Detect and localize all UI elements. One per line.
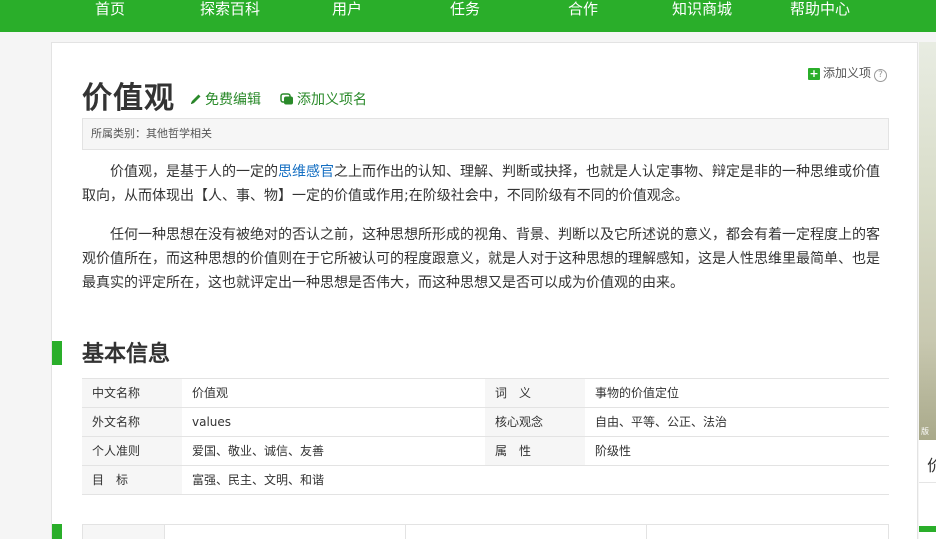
link-thinking-senses[interactable]: 思维感官 (278, 164, 334, 180)
intro-paragraph-2: 任何一种思想在没有被绝对的否认之前，这种思想所形成的视角、背景、判断以及它所述说… (82, 227, 880, 291)
info-row: 个人准则 爱国、敬业、诚信、友善 属 性 阶级性 (82, 437, 889, 466)
edit-label: 免费编辑 (205, 92, 261, 108)
entry-card: 价值观 免费编辑 添加义项名 + 添加义项? 所属类别：其他哲学相关 价值观，是基… (51, 42, 918, 539)
info-value: values (192, 415, 232, 429)
help-icon[interactable]: ? (874, 69, 887, 82)
pencil-icon (190, 93, 202, 105)
side-divider (919, 482, 936, 528)
nav-users[interactable]: 用户 (332, 0, 362, 22)
side-image-caption: 版 (921, 427, 929, 436)
section-marker-2 (52, 524, 62, 539)
entry-title: 价值观 (82, 81, 175, 116)
section-marker (52, 341, 62, 365)
info-key: 中文名称 (82, 379, 182, 407)
side-panel: 版 价 (919, 42, 936, 539)
nav-tasks[interactable]: 任务 (450, 0, 480, 22)
table-cell (406, 525, 647, 539)
info-value: 事物的价值定位 (595, 386, 680, 400)
side-accent (919, 526, 936, 532)
edit-button[interactable]: 免费编辑 (190, 89, 261, 109)
info-value: 爱国、敬业、诚信、友善 (192, 444, 325, 458)
alias-label: 添加义项名 (297, 92, 367, 108)
nav-explore[interactable]: 探索百科 (200, 0, 260, 22)
info-value: 价值观 (192, 386, 229, 400)
alias-icon (280, 93, 294, 105)
add-alias-button[interactable]: 添加义项名 (280, 89, 367, 109)
table-cell (83, 525, 165, 539)
add-item-button[interactable]: + 添加义项? (807, 64, 887, 82)
intro-p1-before: 价值观，是基于人的一定的 (110, 164, 278, 180)
add-item-label: 添加义项 (822, 66, 871, 80)
info-key: 个人准则 (82, 437, 182, 465)
nav-help-center[interactable]: 帮助中心 (790, 0, 850, 22)
side-partial-text: 价 (927, 456, 936, 475)
info-key: 目 标 (82, 466, 182, 494)
info-key: 外文名称 (82, 408, 182, 436)
category-bar: 所属类别：其他哲学相关 (82, 118, 889, 150)
top-navbar: 首页 探索百科 用户 任务 合作 知识商城 帮助中心 (0, 0, 936, 32)
info-key: 属 性 (485, 437, 585, 465)
basic-info-table: 中文名称 价值观 词 义 事物的价值定位 外文名称 values 核心观念 自由… (82, 378, 889, 495)
nav-knowledge-mall[interactable]: 知识商城 (672, 0, 732, 22)
basic-info-heading: 基本信息 (82, 342, 171, 367)
info-key: 核心观念 (485, 408, 585, 436)
info-row: 目 标 富强、民主、文明、和谐 (82, 466, 889, 495)
info-value: 富强、民主、文明、和谐 (192, 473, 325, 487)
intro-paragraph-1: 价值观，是基于人的一定的思维感官之上而作出的认知、理解、判断或抉择，也就是人认定… (82, 160, 882, 208)
info-row: 外文名称 values 核心观念 自由、平等、公正、法治 (82, 408, 889, 437)
table-cell (165, 525, 406, 539)
next-section-table (82, 524, 889, 539)
nav-cooperation[interactable]: 合作 (568, 0, 598, 22)
nav-home[interactable]: 首页 (95, 0, 125, 22)
plus-icon: + (807, 67, 820, 80)
info-value: 自由、平等、公正、法治 (595, 415, 728, 429)
info-key: 词 义 (485, 379, 585, 407)
side-image[interactable] (919, 42, 936, 440)
info-row: 中文名称 价值观 词 义 事物的价值定位 (82, 379, 889, 408)
info-value: 阶级性 (595, 444, 632, 458)
